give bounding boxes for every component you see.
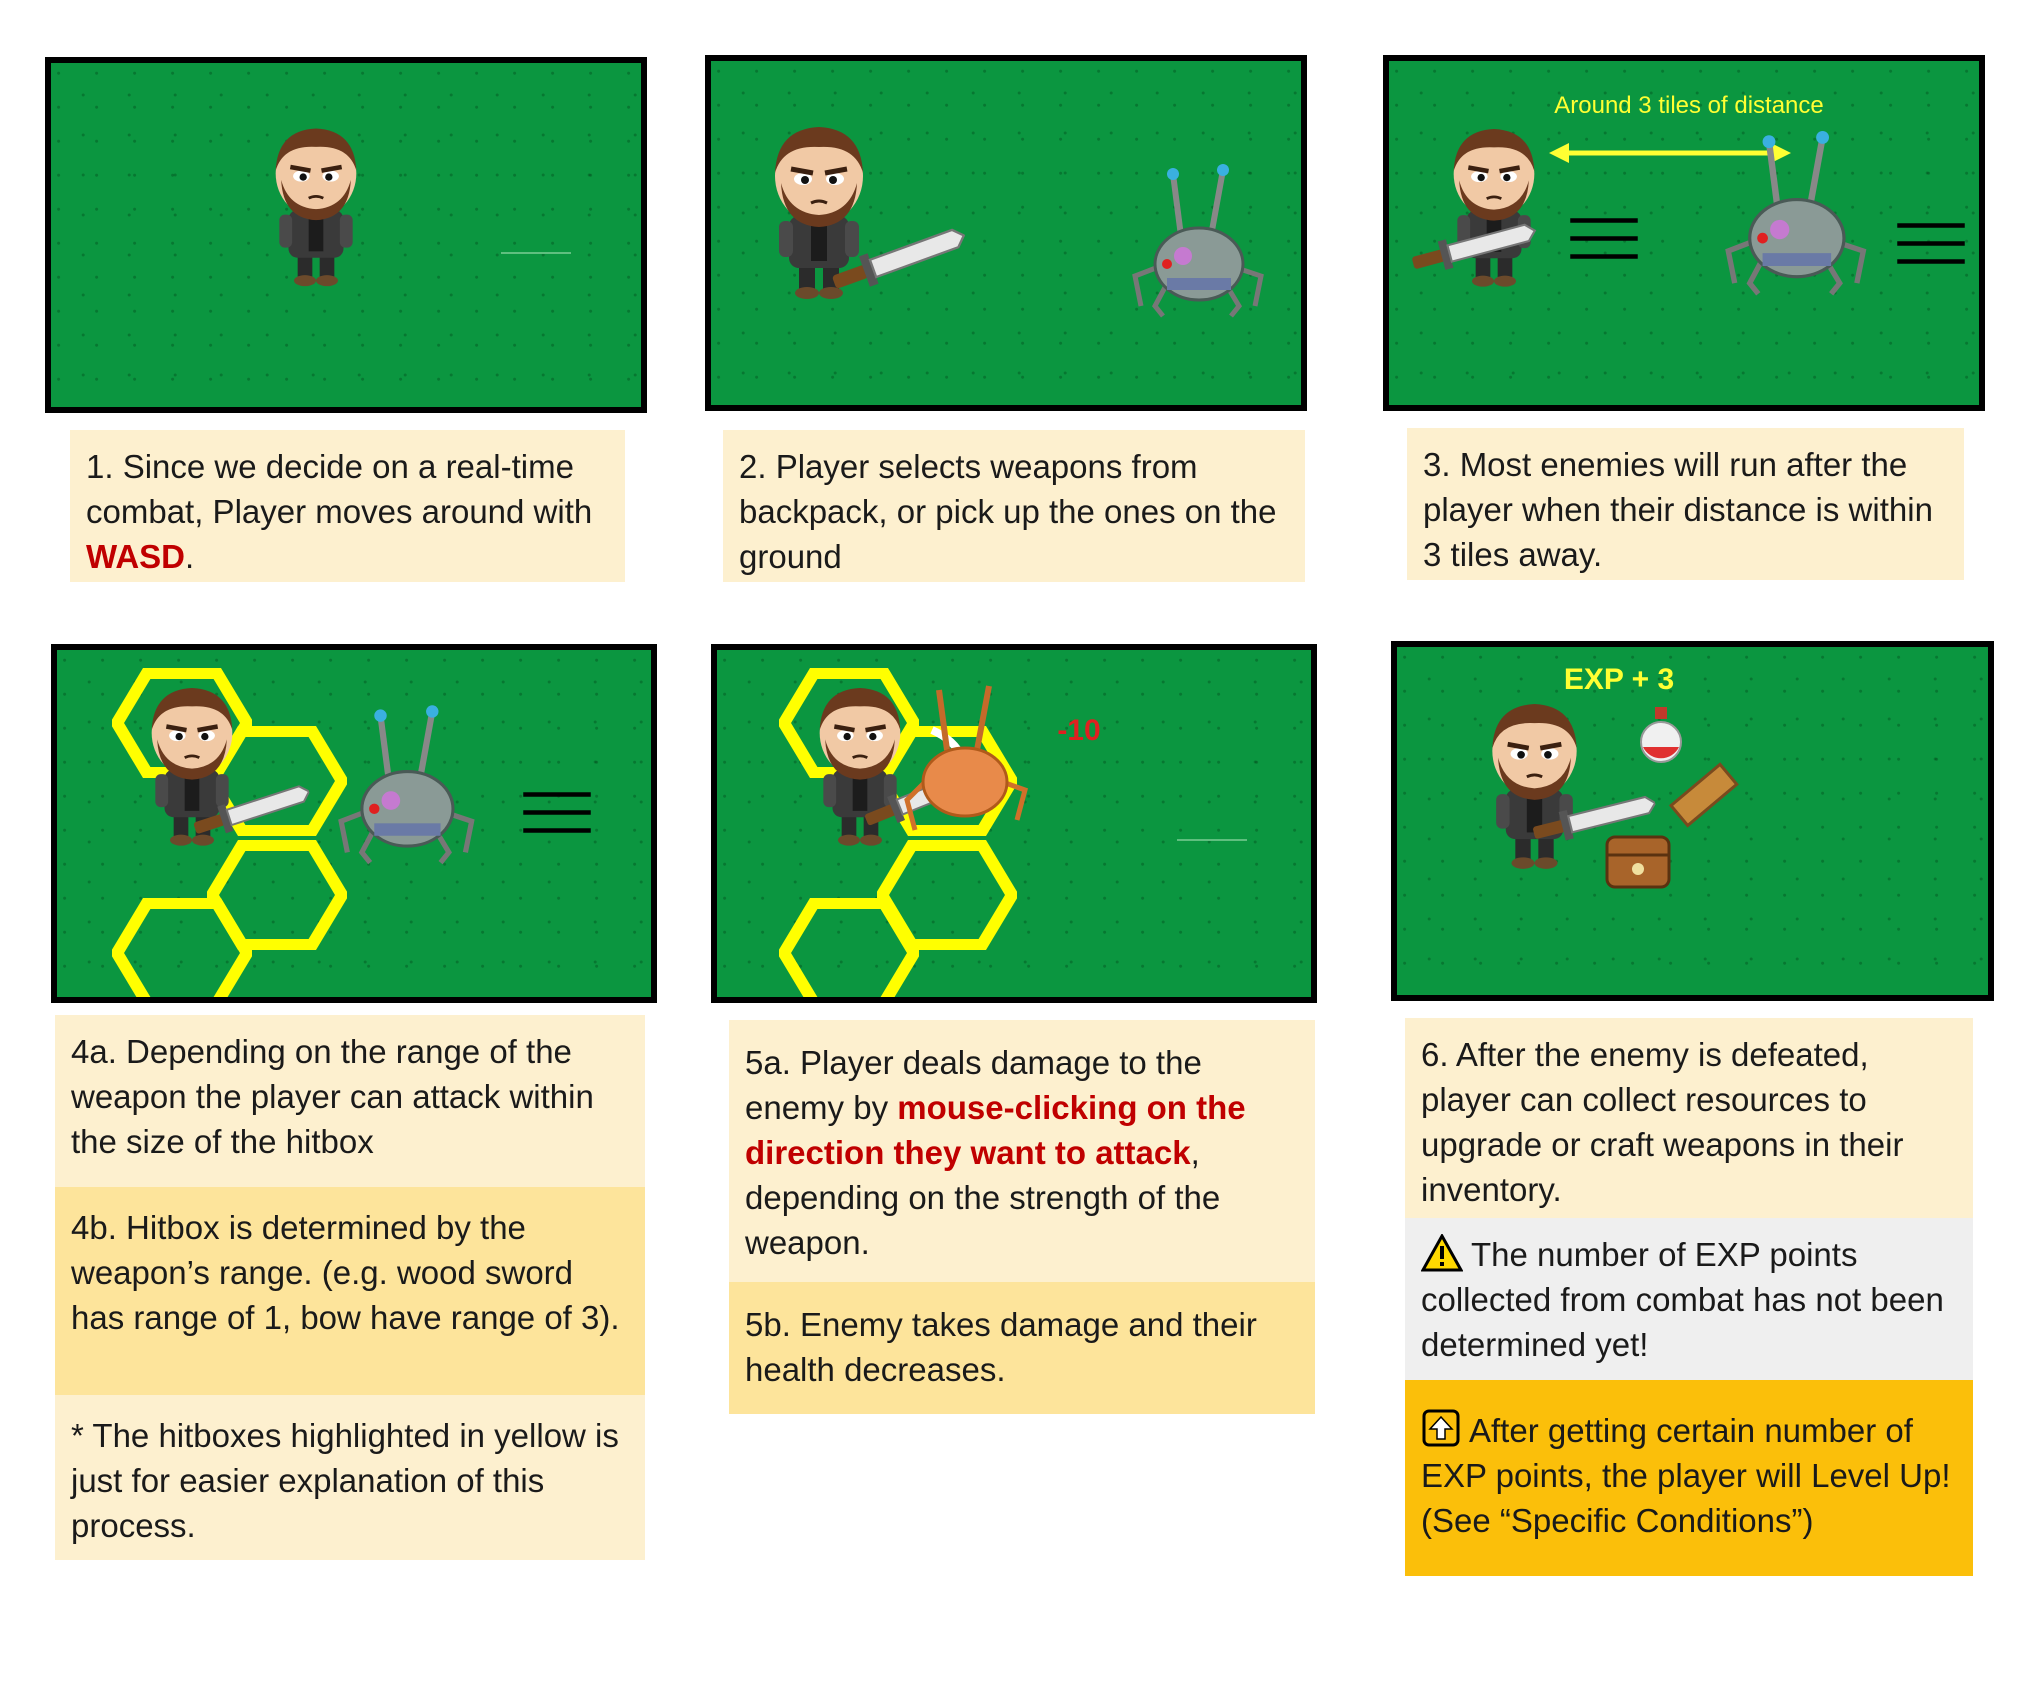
scene-4-hitbox	[51, 644, 657, 1003]
scene-1-player-moves	[45, 57, 647, 413]
scene-6-art: EXP + 3	[1397, 663, 1739, 889]
distance-label: Around 3 tiles of distance	[1554, 92, 1824, 119]
scene-4-art	[57, 650, 651, 997]
spider-robot-enemy-icon	[1135, 164, 1261, 316]
warning-icon	[1421, 1234, 1463, 1272]
player-character-icon	[1492, 704, 1576, 869]
caption-3-text: 3. Most enemies will run after the playe…	[1423, 446, 1933, 573]
arrow-head-left	[1549, 143, 1569, 163]
scene-2-weapon-select	[705, 55, 1307, 411]
caption-2: 2. Player selects weapons from backpack,…	[723, 430, 1305, 582]
exp-label: EXP + 3	[1564, 663, 1674, 696]
caption-3: 3. Most enemies will run after the playe…	[1407, 428, 1964, 580]
caption-4a: 4a. Depending on the range of the weapon…	[55, 1015, 645, 1187]
scene-3-art: Around 3 tiles of distance	[1408, 92, 1979, 405]
caption-4b: 4b. Hitbox is determined by the weapon’s…	[55, 1187, 645, 1395]
caption-2-text: 2. Player selects weapons from backpack,…	[739, 448, 1277, 575]
treasure-chest-icon	[1605, 835, 1671, 889]
caption-6-warning-text: The number of EXP points collected from …	[1421, 1236, 1944, 1363]
spider-robot-enemy-icon	[341, 705, 472, 862]
caption-1-text: 1. Since we decide on a real-time combat…	[86, 448, 593, 530]
scene-3-enemy-chase: Around 3 tiles of distance	[1383, 55, 1985, 411]
hitbox-hex	[117, 903, 247, 997]
motion-lines-icon	[1570, 221, 1638, 257]
level-up-icon	[1422, 1409, 1460, 1447]
scene-1-art	[51, 63, 571, 407]
caption-5a: 5a. Player deals damage to the enemy by …	[729, 1020, 1315, 1282]
caption-4a-text: 4a. Depending on the range of the weapon…	[71, 1033, 594, 1160]
caption-6-levelup: After getting certain number of EXP poin…	[1405, 1380, 1973, 1576]
caption-4c-text: * The hitboxes highlighted in yellow is …	[71, 1417, 619, 1544]
motion-lines-icon	[523, 795, 591, 831]
scene-5-attack: -10	[711, 644, 1317, 1003]
caption-6: 6. After the enemy is defeated, player c…	[1405, 1018, 1973, 1218]
caption-4c: * The hitboxes highlighted in yellow is …	[55, 1395, 645, 1560]
caption-5b: 5b. Enemy takes damage and their health …	[729, 1282, 1315, 1414]
player-character-icon	[1454, 129, 1535, 287]
scene-2-art	[711, 61, 1301, 405]
caption-4b-text: 4b. Hitbox is determined by the weapon’s…	[71, 1209, 620, 1336]
caption-1: 1. Since we decide on a real-time combat…	[70, 430, 625, 582]
potion-icon	[1640, 707, 1682, 763]
damaged-enemy-icon	[904, 685, 1029, 831]
scene-5-art: -10	[717, 650, 1247, 997]
caption-6-warning: The number of EXP points collected from …	[1405, 1218, 1973, 1380]
player-character-icon	[276, 129, 357, 287]
caption-1-text-end: .	[185, 538, 195, 575]
caption-1-highlight: WASD	[86, 538, 185, 575]
scene-6-rewards: EXP + 3	[1391, 641, 1994, 1001]
caption-5b-text: 5b. Enemy takes damage and their health …	[745, 1306, 1257, 1388]
motion-lines-icon	[1897, 226, 1965, 262]
caption-6-text: 6. After the enemy is defeated, player c…	[1421, 1036, 1904, 1208]
wood-plank-icon	[1668, 762, 1739, 828]
caption-6-levelup-text: After getting certain number of EXP poin…	[1421, 1412, 1951, 1539]
hitbox-hex	[784, 903, 914, 997]
damage-label: -10	[1057, 714, 1100, 747]
